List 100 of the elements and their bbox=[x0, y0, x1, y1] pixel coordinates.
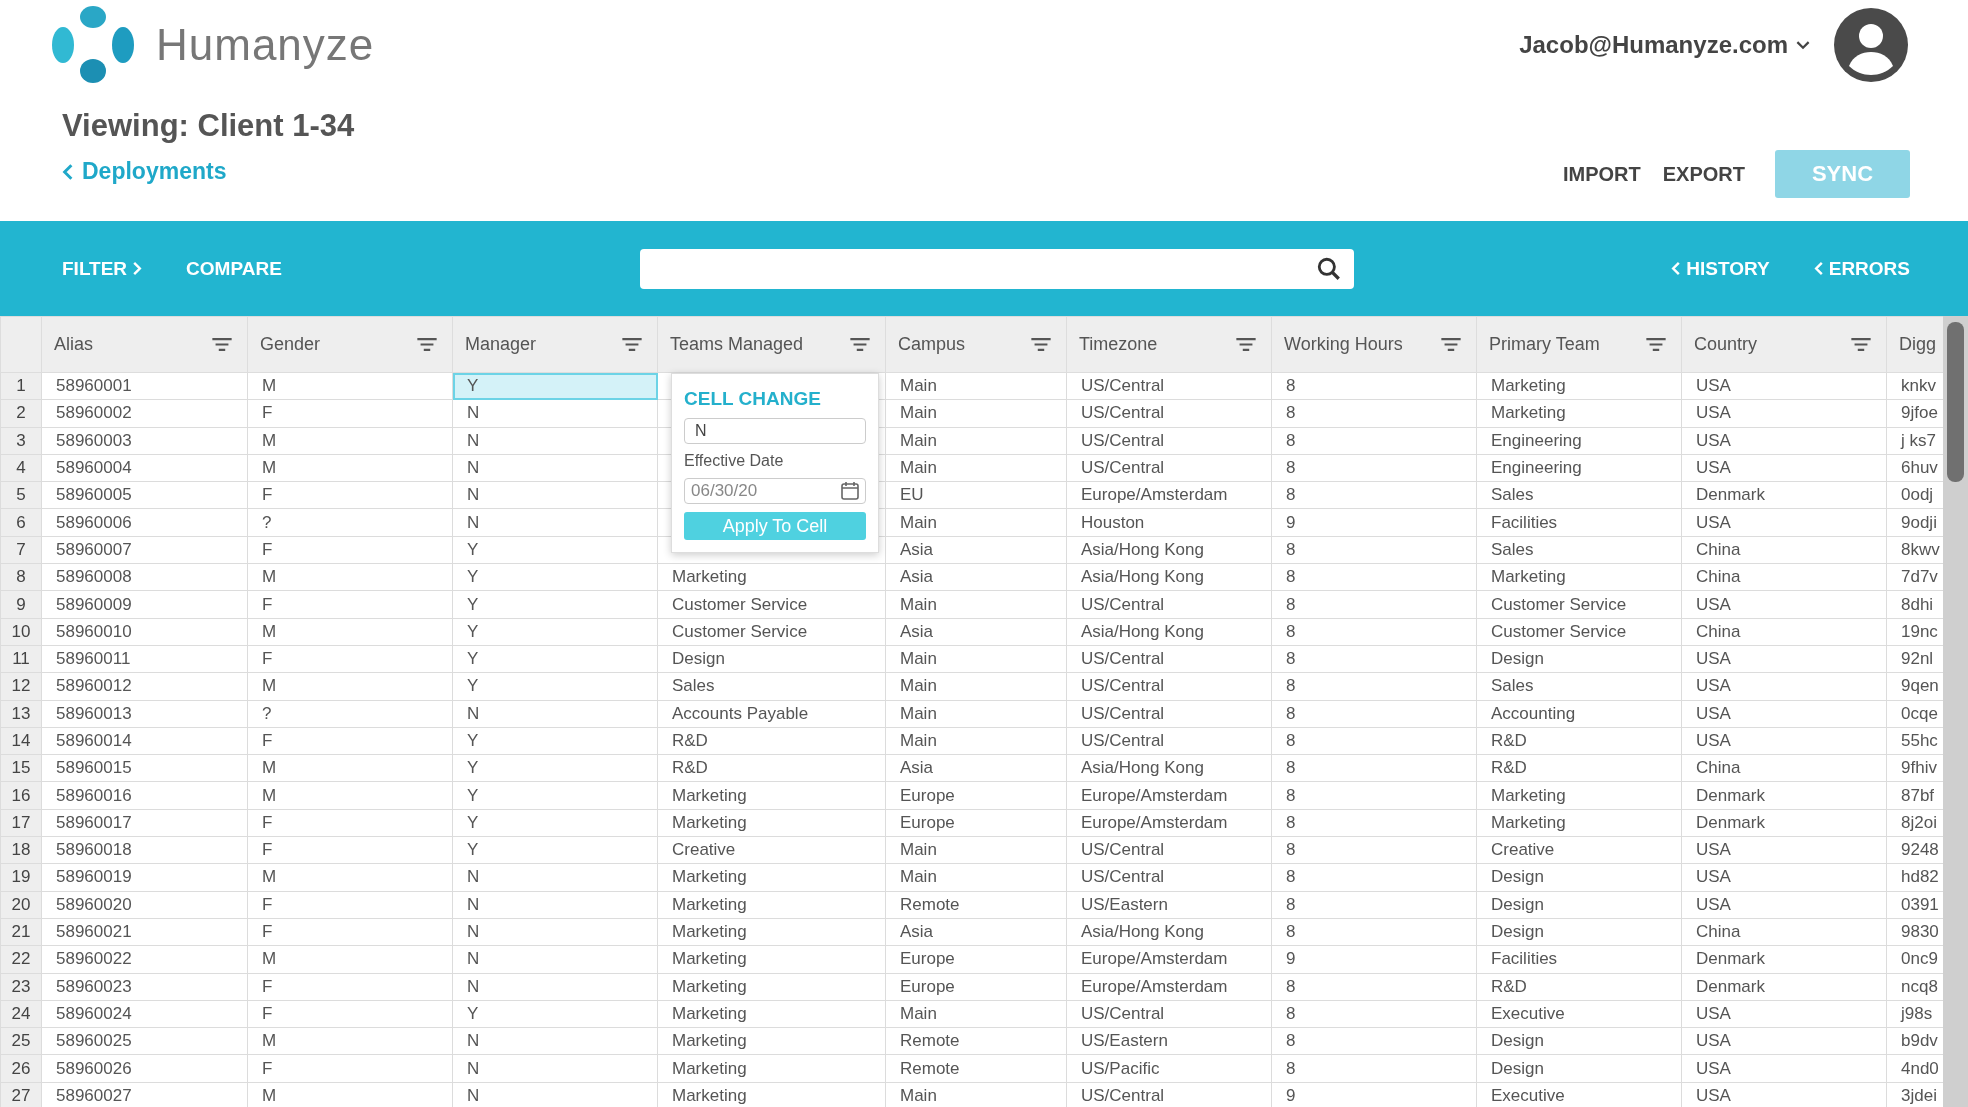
table-cell: US/Pacific bbox=[1066, 1054, 1272, 1083]
table-cell: USA bbox=[1681, 891, 1887, 919]
action-button[interactable]: IMPORT bbox=[1562, 162, 1641, 186]
table-cell: F bbox=[247, 590, 453, 619]
table-cell: Europe/Amsterdam bbox=[1066, 809, 1272, 837]
table-cell: R&D bbox=[657, 754, 886, 782]
table-cell: Remote bbox=[885, 1054, 1067, 1083]
row-number: 15 bbox=[0, 754, 42, 782]
table-cell: USA bbox=[1681, 645, 1887, 673]
row-number: 17 bbox=[0, 809, 42, 837]
table-cell: 8 bbox=[1271, 427, 1477, 455]
table-cell: 58960001 bbox=[41, 372, 248, 400]
user-menu[interactable]: Jacob@Humanyze.com bbox=[1519, 31, 1810, 59]
table-cell: F bbox=[247, 918, 453, 946]
table-cell: 8 bbox=[1271, 399, 1477, 428]
filter-button[interactable]: FILTER bbox=[62, 257, 143, 280]
logo-icon bbox=[50, 5, 136, 85]
table-cell: 58960022 bbox=[41, 945, 248, 974]
table-cell: 58960023 bbox=[41, 973, 248, 1001]
scrollbar-thumb[interactable] bbox=[1947, 322, 1964, 482]
field-label: Effective Date bbox=[684, 452, 785, 470]
chevron-left-icon bbox=[62, 162, 74, 181]
table-cell: M bbox=[247, 372, 453, 400]
filter-icon[interactable] bbox=[1235, 337, 1257, 352]
row-number: 9 bbox=[0, 590, 42, 619]
table-cell: Main bbox=[885, 399, 1067, 428]
action-button[interactable]: EXPORT bbox=[1662, 162, 1745, 186]
table-cell: N bbox=[452, 1027, 658, 1055]
row-number: 19 bbox=[0, 863, 42, 892]
table-cell: 58960007 bbox=[41, 536, 248, 564]
panel-toggle-button[interactable]: ERRORS bbox=[1813, 257, 1910, 280]
filter-icon[interactable] bbox=[211, 337, 233, 352]
table-cell: US/Central bbox=[1066, 836, 1272, 864]
table-cell: Europe bbox=[885, 781, 1067, 810]
filter-icon[interactable] bbox=[621, 337, 643, 352]
apply-button[interactable]: Apply To Cell bbox=[684, 512, 866, 540]
search-field[interactable] bbox=[640, 248, 1354, 289]
table-cell: Marketing bbox=[657, 973, 886, 1001]
row-number: 3 bbox=[0, 427, 42, 455]
filter-icon[interactable] bbox=[1645, 337, 1667, 352]
table-cell: Asia bbox=[885, 536, 1067, 564]
table-cell: 58960005 bbox=[41, 481, 248, 509]
table-cell: ? bbox=[247, 700, 453, 728]
filter-icon[interactable] bbox=[849, 337, 871, 352]
table-cell: M bbox=[247, 563, 453, 591]
compare-button[interactable]: COMPARE bbox=[186, 257, 282, 280]
table-cell: Customer Service bbox=[1476, 618, 1682, 646]
table-cell: Denmark bbox=[1681, 481, 1887, 509]
table-cell: Marketing bbox=[657, 1027, 886, 1055]
filter-icon[interactable] bbox=[1850, 337, 1872, 352]
table-cell: Europe bbox=[885, 973, 1067, 1001]
filter-icon[interactable] bbox=[416, 337, 438, 352]
filter-icon[interactable] bbox=[1440, 337, 1462, 352]
table-cell: Denmark bbox=[1681, 809, 1887, 837]
table-cell: N bbox=[452, 945, 658, 974]
table-cell: 58960011 bbox=[41, 645, 248, 673]
date-field[interactable]: 06/30/20 bbox=[684, 478, 866, 504]
row-number: 26 bbox=[0, 1054, 42, 1083]
table-cell: Accounting bbox=[1476, 700, 1682, 728]
row-number: 18 bbox=[0, 836, 42, 864]
panel-toggle-button[interactable]: HISTORY bbox=[1671, 257, 1770, 280]
table-cell: Design bbox=[1476, 645, 1682, 673]
table-cell: USA bbox=[1681, 863, 1887, 892]
table-cell: Engineering bbox=[1476, 454, 1682, 482]
row-number: 22 bbox=[0, 945, 42, 974]
table-cell: US/Central bbox=[1066, 1000, 1272, 1028]
table-cell: F bbox=[247, 727, 453, 755]
table-cell: 8 bbox=[1271, 645, 1477, 673]
table-cell: 58960021 bbox=[41, 918, 248, 946]
filter-icon[interactable] bbox=[1030, 337, 1052, 352]
table-cell: R&D bbox=[1476, 727, 1682, 755]
table-cell: USA bbox=[1681, 700, 1887, 728]
chevron-right-icon bbox=[132, 261, 143, 276]
table-cell: Main bbox=[885, 645, 1067, 673]
table-cell: USA bbox=[1681, 590, 1887, 619]
table-cell: US/Central bbox=[1066, 727, 1272, 755]
avatar-icon[interactable] bbox=[1834, 8, 1908, 82]
table-cell: 58960025 bbox=[41, 1027, 248, 1055]
table-cell: Design bbox=[1476, 1027, 1682, 1055]
table-cell: R&D bbox=[1476, 973, 1682, 1001]
table-cell: Y bbox=[452, 618, 658, 646]
table-cell: Europe/Amsterdam bbox=[1066, 481, 1272, 509]
table-cell: 58960026 bbox=[41, 1054, 248, 1083]
table-cell: Main bbox=[885, 727, 1067, 755]
table-cell: M bbox=[247, 863, 453, 892]
table-cell: Design bbox=[1476, 863, 1682, 892]
row-number: 14 bbox=[0, 727, 42, 755]
table-cell: Y bbox=[452, 781, 658, 810]
table-cell: Asia/Hong Kong bbox=[1066, 754, 1272, 782]
table-cell: Asia/Hong Kong bbox=[1066, 563, 1272, 591]
table-cell: F bbox=[247, 1000, 453, 1028]
value-field[interactable]: N bbox=[684, 418, 866, 444]
table-cell: 58960016 bbox=[41, 781, 248, 810]
table-cell: Y bbox=[452, 809, 658, 837]
row-number: 1 bbox=[0, 372, 42, 400]
column-header: Teams Managed bbox=[670, 334, 804, 355]
back-link[interactable]: Deployments bbox=[62, 158, 355, 185]
calendar-icon[interactable] bbox=[840, 481, 860, 501]
popover-title: CELL CHANGE bbox=[684, 388, 822, 410]
table-cell: Main bbox=[885, 700, 1067, 728]
